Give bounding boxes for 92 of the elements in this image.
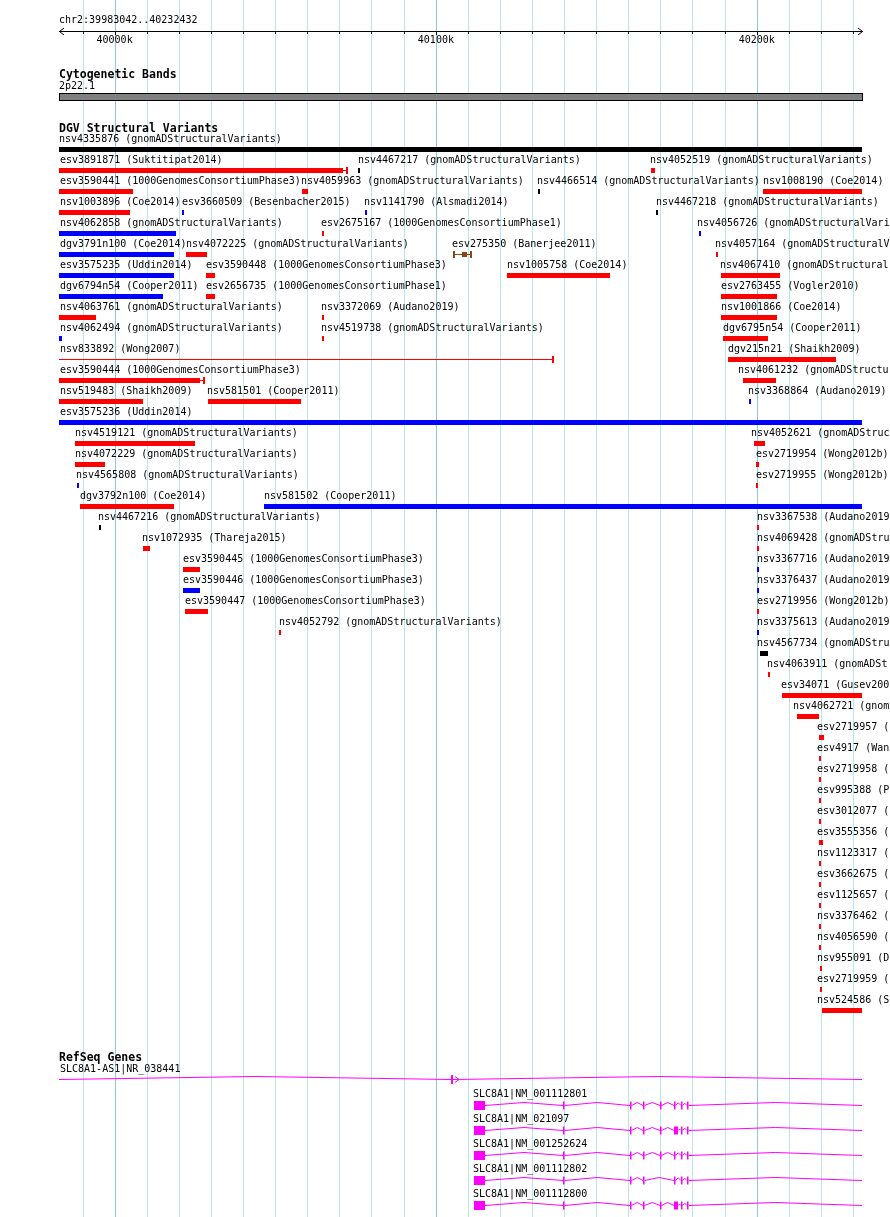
variant-label: nsv4072225 (gnomADStructuralVariants): [186, 239, 409, 249]
variant-label: esv34071 (Gusev200: [781, 680, 890, 690]
variant-label: nsv4057164 (gnomADStructuralV: [715, 239, 890, 249]
transcript-label: SLC8A1|NM_001252624: [473, 1139, 588, 1149]
variant-label: esv2719956 (Wong2012b): [757, 596, 890, 606]
variant-label: nsv524586 (S: [817, 995, 890, 1005]
transcript-label: SLC8A1-AS1|NR_038441: [60, 1064, 181, 1074]
band-label: 2p22.1: [59, 81, 96, 91]
variant-label: nsv4052792 (gnomADStructuralVariants): [279, 617, 502, 627]
variant-label: nsv3367716 (Audano2019: [757, 554, 890, 564]
variant-label: nsv4467218 (gnomADStructuralVariants): [656, 197, 879, 207]
variant-label: nsv3376462 (: [817, 911, 890, 921]
variant-label: esv2719957 (: [817, 722, 890, 732]
transcript-label: SLC8A1|NM_001112802: [473, 1164, 588, 1174]
variant-label: nsv4466514 (gnomADStructuralVariants): [537, 176, 760, 186]
transcript-label: SLC8A1|NM_001112801: [473, 1089, 588, 1099]
variant-label: nsv4567734 (gnomADStru: [757, 638, 890, 648]
track-title: RefSeq Genes: [59, 1051, 143, 1063]
variant-label: nsv1005758 (Coe2014): [507, 260, 628, 270]
variant-label: nsv4059963 (gnomADStructuralVariants): [301, 176, 524, 186]
variant-label: nsv1003896 (Coe2014): [60, 197, 181, 207]
variant-label: esv3590445 (1000GenomesConsortiumPhase3): [183, 554, 424, 564]
variant-label: nsv4519121 (gnomADStructuralVariants): [75, 428, 298, 438]
variant-label: nsv3372069 (Audano2019): [321, 302, 460, 312]
variant-label: esv3575236 (Uddin2014): [60, 407, 193, 417]
variant-label: esv2719955 (Wong2012b): [756, 470, 889, 480]
variant-label: esv3891871 (Suktitipat2014): [60, 155, 223, 165]
variant-label: nsv1001866 (Coe2014): [721, 302, 842, 312]
variant-label: nsv4072229 (gnomADStructuralVariants): [75, 449, 298, 459]
track-title: Cytogenetic Bands: [59, 68, 177, 80]
variant-label: dgv215n21 (Shaikh2009): [728, 344, 861, 354]
variant-label: esv3555356 (: [817, 827, 890, 837]
ruler-tick-label: 40000k: [96, 35, 133, 45]
variant-label: esv4917 (Wan: [817, 743, 890, 753]
variant-label: nsv1123317 (: [817, 848, 890, 858]
variant-label: nsv955091 (D: [817, 953, 890, 963]
variant-label: dgv3792n100 (Coe2014): [80, 491, 207, 501]
variant-label: nsv1072935 (Thareja2015): [142, 533, 287, 543]
variant-label: nsv833892 (Wong2007): [60, 344, 181, 354]
variant-label: nsv4565808 (gnomADStructuralVariants): [76, 470, 299, 480]
variant-label: esv275350 (Banerjee2011): [452, 239, 597, 249]
ruler-tick-label: 40100k: [417, 35, 454, 45]
variant-label: esv2719954 (Wong2012b): [756, 449, 889, 459]
variant-label: esv2656735 (1000GenomesConsortiumPhase1): [206, 281, 447, 291]
variant-label: nsv4052621 (gnomADStruc: [751, 428, 890, 438]
locus-label: chr2:39983042..40232432: [59, 15, 198, 25]
variant-label: esv2719959 (: [817, 974, 890, 984]
variant-label: esv1125657 (: [817, 890, 890, 900]
variant-label: nsv4056726 (gnomADStructuralVari: [697, 218, 890, 228]
variant-label: nsv581502 (Cooper2011): [264, 491, 397, 501]
variant-label: esv3012077 (: [817, 806, 890, 816]
variant-label: nsv4062858 (gnomADStructuralVariants): [60, 218, 283, 228]
variant-label: esv2763455 (Vogler2010): [721, 281, 860, 291]
variant-label: esv3575235 (Uddin2014): [60, 260, 193, 270]
variant-label: esv3660509 (Besenbacher2015): [182, 197, 351, 207]
variant-label: esv995388 (P: [817, 785, 890, 795]
variant-label: nsv3375613 (Audano2019: [757, 617, 890, 627]
variant-label: nsv4052519 (gnomADStructuralVariants): [650, 155, 873, 165]
ruler-tick-label: 40200k: [738, 35, 775, 45]
variant-label: dgv3791n100 (Coe2014): [60, 239, 187, 249]
variant-label: nsv4063761 (gnomADStructuralVariants): [60, 302, 283, 312]
variant-label: nsv4335876 (gnomADStructuralVariants): [59, 134, 282, 144]
variant-label: nsv4067410 (gnomADStructural: [720, 260, 889, 270]
variant-label: dgv6794n54 (Cooper2011): [60, 281, 199, 291]
variant-label: nsv4519738 (gnomADStructuralVariants): [321, 323, 544, 333]
variant-label: esv3590448 (1000GenomesConsortiumPhase3): [206, 260, 447, 270]
variant-label: nsv4056590 (: [817, 932, 890, 942]
variant-label: nsv4061232 (gnomADStructu: [738, 365, 889, 375]
variant-label: nsv4062721 (gnom: [793, 701, 890, 711]
variant-label: esv2675167 (1000GenomesConsortiumPhase1): [321, 218, 562, 228]
variant-label: nsv3376437 (Audano2019: [757, 575, 890, 585]
variant-label: nsv4069428 (gnomADStru: [757, 533, 890, 543]
variant-label: nsv3368864 (Audano2019): [748, 386, 887, 396]
track-title: DGV Structural Variants: [59, 122, 219, 134]
variant-label: nsv1141790 (Alsmadi2014): [364, 197, 509, 207]
variant-label: esv2719958 (: [817, 764, 890, 774]
variant-label: dgv6795n54 (Cooper2011): [723, 323, 862, 333]
transcript-label: SLC8A1|NM_001112800: [473, 1189, 588, 1199]
variant-label: esv3590447 (1000GenomesConsortiumPhase3): [185, 596, 426, 606]
variant-label: esv3590444 (1000GenomesConsortiumPhase3): [60, 365, 301, 375]
variant-label: esv3662675 (: [817, 869, 890, 879]
variant-label: nsv581501 (Cooper2011): [207, 386, 340, 396]
variant-label: nsv3367538 (Audano2019: [757, 512, 890, 522]
variant-label: nsv4062494 (gnomADStructuralVariants): [60, 323, 283, 333]
variant-label: nsv1008190 (Coe2014): [763, 176, 884, 186]
variant-label: nsv4467216 (gnomADStructuralVariants): [98, 512, 321, 522]
variant-label: nsv519483 (Shaikh2009): [60, 386, 193, 396]
variant-label: nsv4467217 (gnomADStructuralVariants): [358, 155, 581, 165]
variant-label: esv3590441 (1000GenomesConsortiumPhase3): [60, 176, 301, 186]
variant-label: esv3590446 (1000GenomesConsortiumPhase3): [183, 575, 424, 585]
transcript-label: SLC8A1|NM_021097: [473, 1114, 570, 1124]
variant-label: nsv4063911 (gnomADSt: [767, 659, 888, 669]
